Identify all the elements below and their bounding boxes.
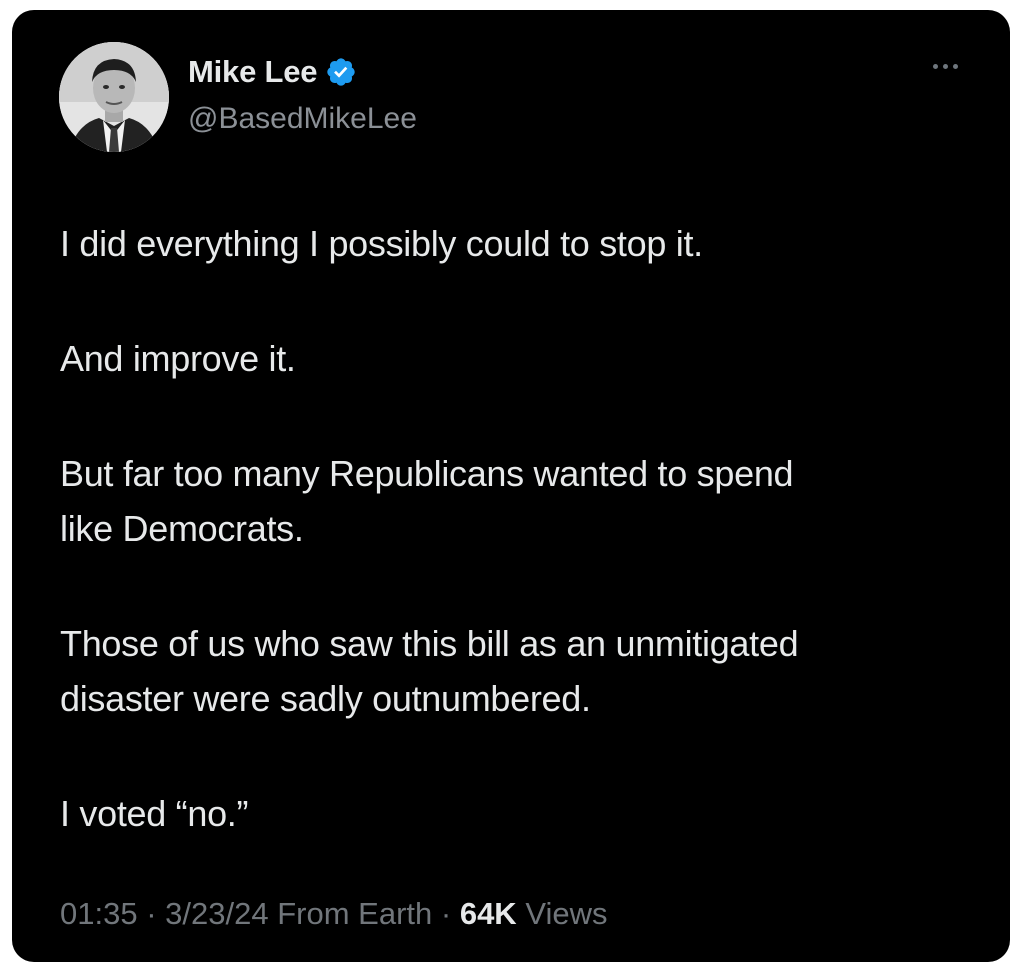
tweet-source: From Earth [277, 896, 433, 931]
tweet-time[interactable]: 01:35 [60, 896, 138, 931]
meta-separator: · [146, 896, 157, 931]
tweet-card: Mike Lee @BasedMikeLee I did everything … [12, 10, 1010, 962]
tweet-paragraph: I did everything I possibly could to sto… [60, 223, 703, 264]
views-count[interactable]: 64K [460, 896, 517, 931]
tweet-text: I did everything I possibly could to sto… [60, 216, 980, 901]
tweet-paragraph: I voted “no.” [60, 793, 249, 834]
verified-badge-icon [325, 56, 357, 88]
tweet-date[interactable]: 3/23/24 [165, 896, 268, 931]
avatar-photo [59, 42, 169, 152]
avatar[interactable] [59, 42, 169, 152]
views-label: Views [525, 896, 608, 931]
author-handle[interactable]: @BasedMikeLee [188, 102, 417, 136]
meta-separator: · [440, 896, 452, 931]
author-display-name[interactable]: Mike Lee [188, 54, 318, 90]
author-name-row: Mike Lee [188, 54, 357, 90]
tweet-paragraph: Those of us who saw this bill as an unmi… [60, 623, 799, 719]
tweet-meta: 01:35 · 3/23/24 From Earth · 64K Views [60, 896, 607, 932]
tweet-paragraph: But far too many Republicans wanted to s… [60, 453, 794, 549]
more-options-icon[interactable] [927, 58, 964, 75]
tweet-paragraph: And improve it. [60, 338, 296, 379]
